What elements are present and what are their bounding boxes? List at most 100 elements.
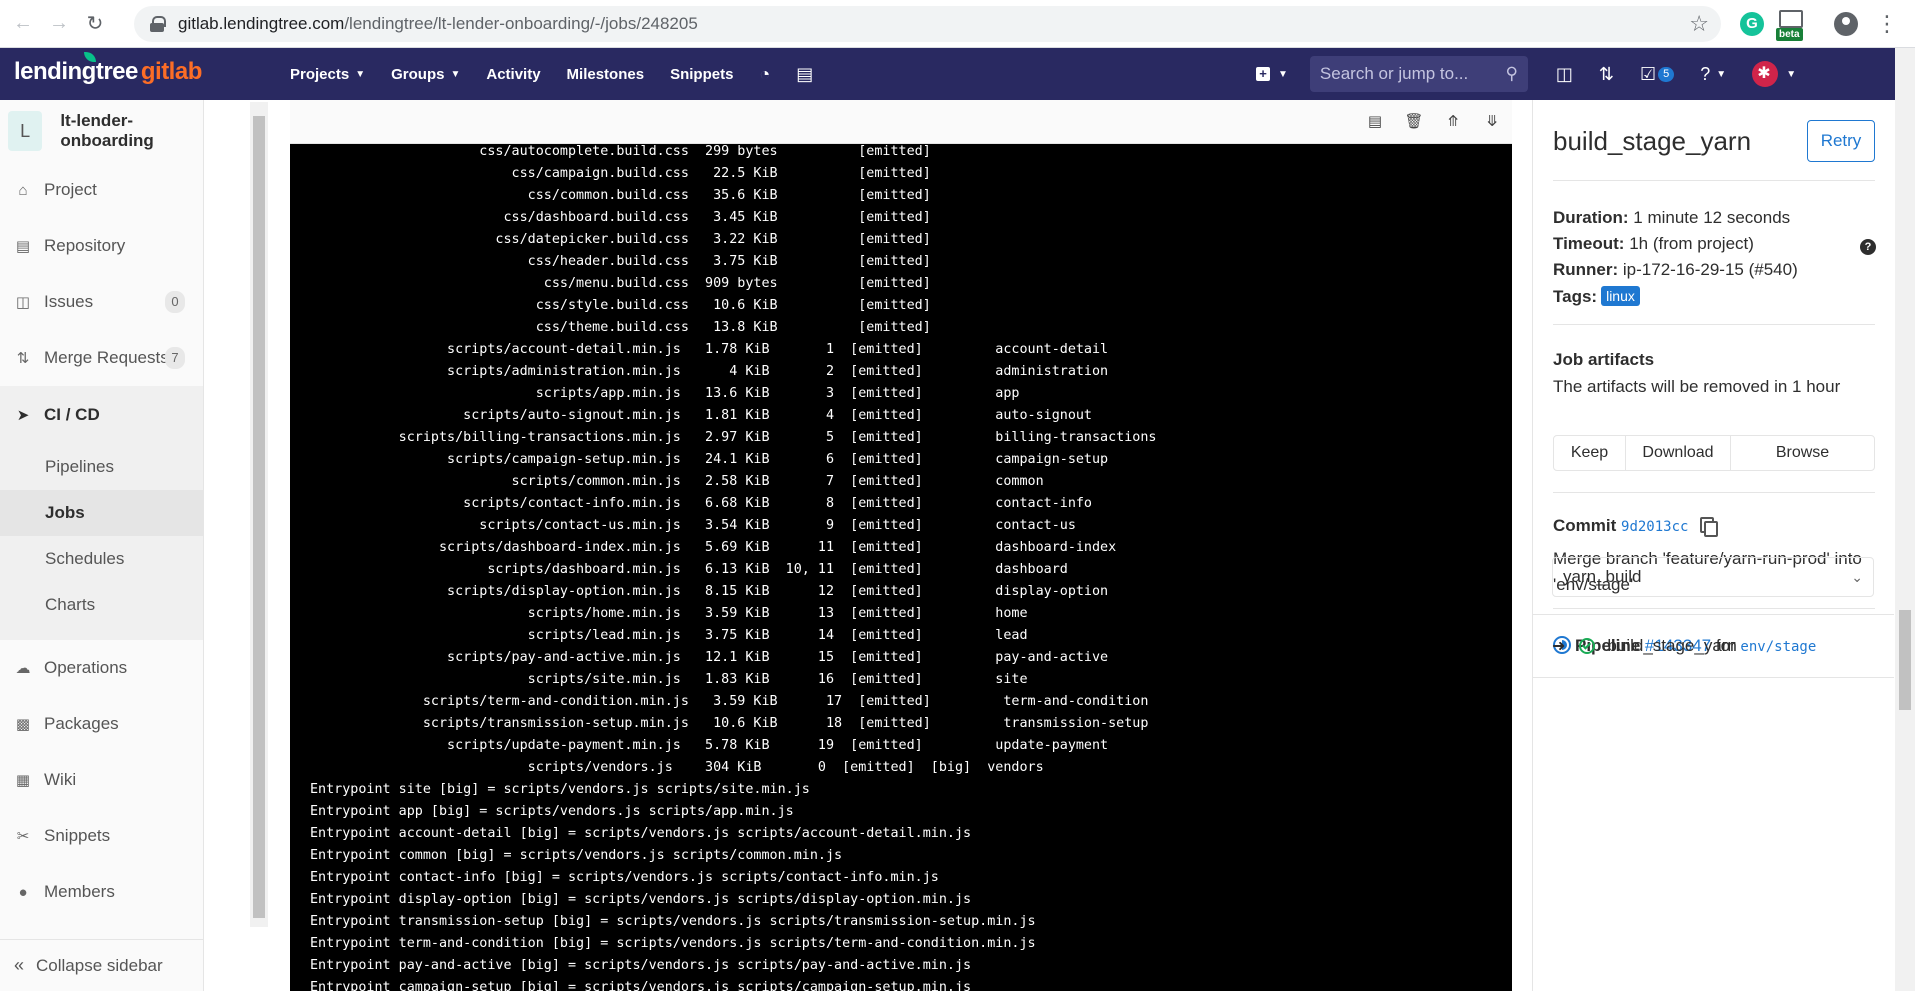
nav-activity[interactable]: Activity bbox=[486, 66, 540, 83]
account-icon[interactable] bbox=[1834, 12, 1858, 36]
forward-icon[interactable]: → bbox=[44, 9, 74, 39]
browser-menu-icon[interactable]: ⋮ bbox=[1876, 10, 1898, 38]
analytics-chart-icon[interactable]: ▤ bbox=[796, 64, 813, 85]
download-button[interactable]: Download bbox=[1626, 436, 1731, 470]
sidebar-item-operations[interactable]: ☁ Operations bbox=[0, 640, 203, 696]
log-line: css/campaign.build.css 22.5 KiB [emitted… bbox=[511, 166, 931, 181]
job-log[interactable]: css/autocomplete.build.css 299 bytes [em… bbox=[290, 144, 1512, 991]
stage-dropdown[interactable]: yarn_build ⌄ bbox=[1552, 557, 1874, 597]
log-line: scripts/dashboard-index.min.js 5.69 KiB … bbox=[438, 540, 1117, 555]
brand-part1: lendingtree bbox=[14, 58, 138, 85]
sidebar-item-packages[interactable]: ▩ Packages bbox=[0, 696, 203, 752]
beta-extension-icon[interactable]: beta bbox=[1776, 10, 1806, 42]
sidebar-sub-schedules[interactable]: Schedules bbox=[0, 536, 203, 582]
arrow-right-icon: ➜ bbox=[1552, 638, 1566, 655]
log-line: scripts/pay-and-active.min.js 12.1 KiB 1… bbox=[447, 650, 1109, 665]
log-line: scripts/account-detail.min.js 1.78 KiB 1… bbox=[447, 342, 1109, 357]
current-job-name: build_stage_yarn bbox=[1607, 636, 1737, 655]
project-avatar: L bbox=[8, 111, 43, 151]
log-line: Entrypoint pay-and-active [big] = script… bbox=[310, 958, 972, 973]
current-job-row[interactable]: ➜ build_stage_yarn bbox=[1532, 614, 1894, 678]
doc-icon: ▤ bbox=[15, 238, 31, 255]
artifacts-note: The artifacts will be removed in 1 hour bbox=[1553, 377, 1841, 396]
log-line: scripts/lead.min.js 3.75 KiB 14 [emitted… bbox=[527, 628, 1028, 643]
nav-projects[interactable]: Projects ▼ bbox=[290, 66, 365, 83]
log-line: scripts/app.min.js 13.6 KiB 3 [emitted] … bbox=[535, 386, 1020, 401]
scroll-to-bottom-icon[interactable]: ⤋ bbox=[1482, 112, 1502, 132]
user-avatar[interactable] bbox=[1752, 61, 1779, 87]
log-line: scripts/campaign-setup.min.js 24.1 KiB 6… bbox=[447, 452, 1109, 467]
address-bar[interactable]: gitlab.lendingtree.com/lendingtree/lt-le… bbox=[134, 6, 1721, 42]
lock-icon bbox=[150, 16, 166, 32]
bookmark-star-icon[interactable]: ☆ bbox=[1689, 11, 1709, 37]
chevron-down-icon: ▼ bbox=[450, 68, 461, 80]
sidebar-scrollbar-thumb[interactable] bbox=[253, 116, 265, 918]
collapse-sidebar-label: Collapse sidebar bbox=[36, 955, 163, 975]
chevron-down-icon[interactable]: ▼ bbox=[1786, 69, 1796, 80]
nav-milestones[interactable]: Milestones bbox=[567, 66, 645, 83]
tag-badge: linux bbox=[1601, 286, 1640, 306]
keep-button[interactable]: Keep bbox=[1554, 436, 1626, 470]
log-line: scripts/display-option.min.js 8.15 KiB 1… bbox=[447, 584, 1109, 599]
erase-log-icon[interactable]: 🗑 bbox=[1404, 112, 1424, 132]
raw-log-icon[interactable]: ▤ bbox=[1365, 112, 1385, 132]
nav-groups[interactable]: Groups ▼ bbox=[391, 66, 460, 83]
double-chevron-left-icon: « bbox=[14, 955, 25, 975]
nav-snippets[interactable]: Snippets bbox=[670, 66, 733, 83]
sidebar-sub-pipelines[interactable]: Pipelines bbox=[0, 444, 203, 490]
sidebar-item-issues[interactable]: ◫ Issues 0 bbox=[0, 274, 203, 330]
sidebar-item-label: Packages bbox=[44, 714, 119, 733]
help-icon[interactable]: ? ▼ bbox=[1700, 64, 1726, 85]
log-line: scripts/home.min.js 3.59 KiB 13 [emitted… bbox=[527, 606, 1028, 621]
retry-button[interactable]: Retry bbox=[1807, 120, 1875, 162]
users-icon: ● bbox=[18, 883, 28, 901]
log-line: css/dashboard.build.css 3.45 KiB [emitte… bbox=[503, 210, 931, 225]
sidebar-item-wiki[interactable]: ▦ Wiki bbox=[0, 752, 203, 808]
cicd-submenu: Pipelines Jobs Schedules Charts bbox=[0, 444, 203, 640]
search-input[interactable]: Search or jump to... ⚲ bbox=[1309, 56, 1528, 92]
sidebar-sub-charts[interactable]: Charts bbox=[0, 582, 203, 628]
log-line: scripts/administration.min.js 4 KiB 2 [e… bbox=[447, 364, 1109, 379]
nav-groups-label: Groups bbox=[391, 65, 445, 83]
collapse-sidebar-button[interactable]: « Collapse sidebar bbox=[0, 939, 204, 991]
back-icon[interactable]: ← bbox=[8, 9, 38, 39]
new-dropdown[interactable]: + ▼ bbox=[1256, 67, 1288, 81]
brand-logo[interactable]: lendingtree gitlab bbox=[14, 52, 202, 86]
log-line: Entrypoint contact-info [big] = scripts/… bbox=[310, 870, 939, 885]
log-line: css/datepicker.build.css 3.22 KiB [emitt… bbox=[495, 232, 931, 247]
artifacts-title: Job artifacts bbox=[1553, 350, 1655, 369]
log-line: Entrypoint term-and-condition [big] = sc… bbox=[310, 936, 1036, 951]
grammarly-extension-icon[interactable]: G bbox=[1740, 12, 1764, 36]
copy-icon[interactable] bbox=[1700, 517, 1719, 537]
rocket-icon: ➤ bbox=[16, 407, 30, 424]
sidebar-item-cicd[interactable]: ➤ CI / CD bbox=[0, 386, 203, 444]
sidebar-item-snippets[interactable]: ✂ Snippets bbox=[0, 808, 203, 864]
log-line: css/style.build.css 10.6 KiB [emitted] bbox=[535, 298, 931, 313]
package-icon: ▩ bbox=[15, 716, 31, 733]
runner-value: ip-172-16-29-15 (#540) bbox=[1622, 260, 1798, 279]
log-line: Entrypoint common [big] = scripts/vendor… bbox=[310, 848, 843, 863]
merge-requests-nav-icon[interactable]: ⇅ bbox=[1599, 64, 1614, 85]
project-header[interactable]: L lt-lender-onboarding bbox=[0, 100, 203, 162]
log-line: Entrypoint display-option [big] = script… bbox=[310, 892, 972, 907]
issues-nav-icon[interactable]: ◫ bbox=[1556, 64, 1573, 85]
todos-icon[interactable]: ☑ 5 bbox=[1640, 64, 1675, 85]
sidebar-item-merge-requests[interactable]: ⇅ Merge Requests 7 bbox=[0, 330, 203, 386]
reload-icon[interactable]: ↻ bbox=[80, 9, 110, 39]
dashboard-gauge-icon[interactable]: ◔ bbox=[759, 64, 770, 85]
log-line: Entrypoint campaign-setup [big] = script… bbox=[310, 980, 972, 991]
sidebar-item-project[interactable]: ⌂ Project bbox=[0, 162, 203, 218]
browse-button[interactable]: Browse bbox=[1731, 436, 1874, 470]
sidebar-item-repository[interactable]: ▤ Repository bbox=[0, 218, 203, 274]
sidebar-item-members[interactable]: ● Members bbox=[0, 864, 203, 920]
log-line: css/common.build.css 35.6 KiB [emitted] bbox=[527, 188, 931, 203]
sidebar-item-label: Operations bbox=[44, 658, 128, 677]
scroll-to-top-icon[interactable]: ⤊ bbox=[1443, 112, 1463, 132]
question-icon[interactable]: ? bbox=[1860, 239, 1876, 255]
page-scrollbar[interactable] bbox=[1895, 48, 1915, 991]
page-scrollbar-thumb[interactable] bbox=[1899, 610, 1911, 710]
sidebar-item-label: Snippets bbox=[44, 826, 111, 845]
commit-sha-link[interactable]: 9d2013cc bbox=[1621, 519, 1688, 535]
log-line: scripts/auto-signout.min.js 1.81 KiB 4 [… bbox=[463, 408, 1092, 423]
sidebar-sub-jobs[interactable]: Jobs bbox=[0, 490, 203, 536]
